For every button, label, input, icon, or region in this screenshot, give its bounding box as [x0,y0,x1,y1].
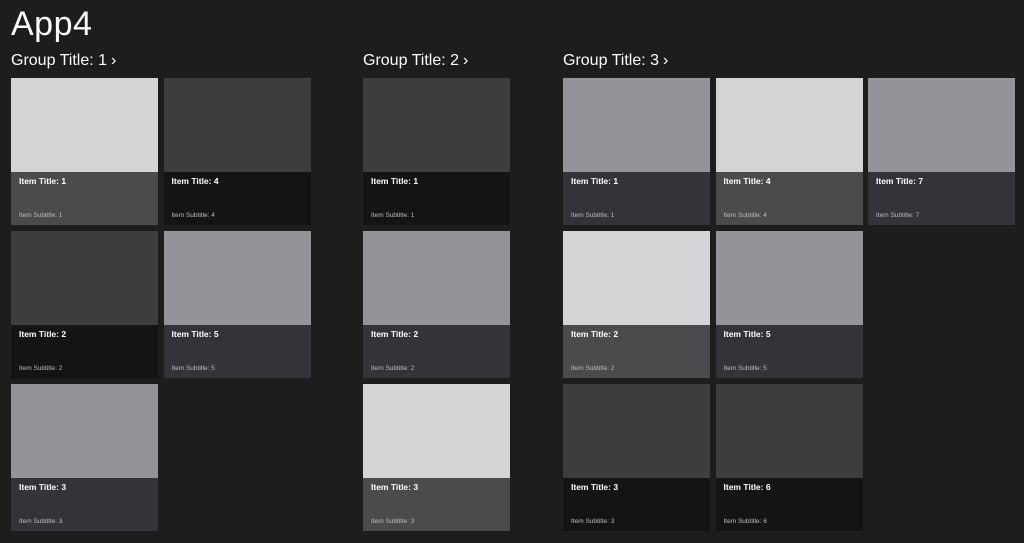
item-title: Item Title: 1 [19,176,67,186]
item-subtitle: Item Subtitle: 2 [371,365,415,372]
item-caption: Item Title: 1 Item Subtitle: 1 [563,172,710,225]
item-image [563,231,710,325]
item-tile[interactable]: Item Title: 1 Item Subtitle: 1 [11,78,158,225]
group-header-3[interactable]: Group Title: 3 › [563,50,668,72]
item-image [11,78,158,172]
item-subtitle: Item Subtitle: 3 [371,518,415,525]
item-image [868,78,1015,172]
group-header-2[interactable]: Group Title: 2 › [363,50,468,72]
item-caption: Item Title: 5 Item Subtitle: 5 [715,325,863,378]
item-tile[interactable]: Item Title: 5 Item Subtitle: 5 [163,231,311,378]
item-tile[interactable]: Item Title: 7 Item Subtitle: 7 [868,78,1015,225]
item-image [11,384,158,478]
item-tile[interactable]: Item Title: 2 Item Subtitle: 2 [11,231,158,378]
item-image [563,78,710,172]
item-subtitle: Item Subtitle: 4 [171,212,215,219]
item-title: Item Title: 2 [19,329,67,339]
item-tile[interactable]: Item Title: 6 Item Subtitle: 6 [715,384,863,531]
item-title: Item Title: 3 [371,482,419,492]
item-image [715,384,863,478]
item-image [163,78,311,172]
item-image [163,231,311,325]
item-image [363,78,510,172]
group-title: Group Title: 2 [363,52,460,69]
group-1: Group Title: 1 › Item Title: 1 Item Subti… [11,50,311,531]
item-subtitle: Item Subtitle: 5 [723,365,767,372]
chevron-right-icon: › [111,52,117,69]
item-title: Item Title: 4 [723,176,771,186]
item-caption: Item Title: 2 Item Subtitle: 2 [11,325,158,378]
item-caption: Item Title: 3 Item Subtitle: 3 [363,478,510,531]
item-grid: Item Title: 1 Item Subtitle: 1 Item Title:… [563,78,1015,531]
item-caption: Item Title: 2 Item Subtitle: 2 [363,325,510,378]
item-subtitle: Item Subtitle: 3 [571,518,615,525]
item-title: Item Title: 5 [723,329,771,339]
group-3: Group Title: 3 › Item Title: 1 Item Subti… [563,50,1015,531]
item-tile[interactable]: Item Title: 2 Item Subtitle: 2 [563,231,710,378]
item-caption: Item Title: 7 Item Subtitle: 7 [868,172,1015,225]
item-caption: Item Title: 3 Item Subtitle: 3 [11,478,158,531]
item-image [11,231,158,325]
item-tile[interactable]: Item Title: 4 Item Subtitle: 4 [715,78,863,225]
group-title: Group Title: 3 [563,52,660,69]
item-subtitle: Item Subtitle: 3 [19,518,63,525]
item-title: Item Title: 7 [876,176,924,186]
item-title: Item Title: 5 [171,329,219,339]
item-subtitle: Item Subtitle: 1 [371,212,415,219]
item-caption: Item Title: 6 Item Subtitle: 6 [715,478,863,531]
item-subtitle: Item Subtitle: 7 [876,212,920,219]
item-caption: Item Title: 1 Item Subtitle: 1 [11,172,158,225]
item-subtitle: Item Subtitle: 5 [171,365,215,372]
item-subtitle: Item Subtitle: 1 [571,212,615,219]
item-tile[interactable]: Item Title: 3 Item Subtitle: 3 [11,384,158,531]
item-grid: Item Title: 1 Item Subtitle: 1 Item Title:… [11,78,311,531]
item-tile[interactable]: Item Title: 5 Item Subtitle: 5 [715,231,863,378]
item-image [715,231,863,325]
item-image [363,384,510,478]
item-title: Item Title: 2 [571,329,619,339]
item-image [363,231,510,325]
group-header-1[interactable]: Group Title: 1 › [11,50,116,72]
item-grid: Item Title: 1 Item Subtitle: 1 Item Title:… [363,78,510,531]
group-2: Group Title: 2 › Item Title: 1 Item Subti… [363,50,510,531]
item-title: Item Title: 1 [371,176,419,186]
group-title: Group Title: 1 [11,52,108,69]
item-caption: Item Title: 2 Item Subtitle: 2 [563,325,710,378]
item-caption: Item Title: 4 Item Subtitle: 4 [715,172,863,225]
item-tile[interactable]: Item Title: 1 Item Subtitle: 1 [563,78,710,225]
item-title: Item Title: 4 [171,176,219,186]
item-title: Item Title: 1 [571,176,619,186]
item-tile[interactable]: Item Title: 3 Item Subtitle: 3 [563,384,710,531]
item-tile[interactable]: Item Title: 2 Item Subtitle: 2 [363,231,510,378]
item-subtitle: Item Subtitle: 6 [723,518,767,525]
item-subtitle: Item Subtitle: 4 [723,212,767,219]
chevron-right-icon: › [663,52,669,69]
item-tile[interactable]: Item Title: 4 Item Subtitle: 4 [163,78,311,225]
item-tile[interactable]: Item Title: 3 Item Subtitle: 3 [363,384,510,531]
item-image [715,78,863,172]
item-image [563,384,710,478]
item-subtitle: Item Subtitle: 1 [19,212,63,219]
item-tile[interactable]: Item Title: 1 Item Subtitle: 1 [363,78,510,225]
chevron-right-icon: › [463,52,469,69]
item-title: Item Title: 3 [19,482,67,492]
page-title: App4 [11,5,93,43]
item-caption: Item Title: 5 Item Subtitle: 5 [163,325,311,378]
item-subtitle: Item Subtitle: 2 [571,365,615,372]
item-caption: Item Title: 1 Item Subtitle: 1 [363,172,510,225]
item-subtitle: Item Subtitle: 2 [19,365,63,372]
item-title: Item Title: 2 [371,329,419,339]
item-caption: Item Title: 4 Item Subtitle: 4 [163,172,311,225]
item-title: Item Title: 6 [723,482,771,492]
item-caption: Item Title: 3 Item Subtitle: 3 [563,478,710,531]
item-title: Item Title: 3 [571,482,619,492]
